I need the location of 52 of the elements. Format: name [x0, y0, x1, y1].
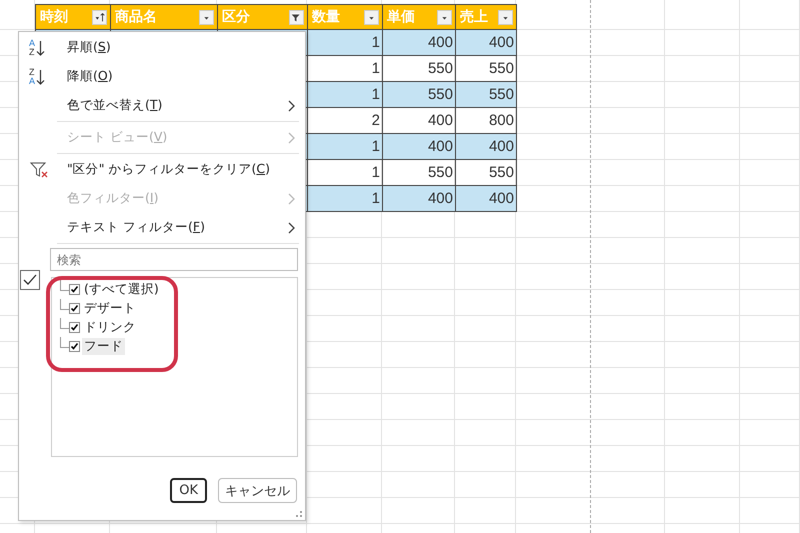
filter-dropdown-button[interactable]	[92, 10, 107, 25]
cancel-button[interactable]: キャンセル	[218, 478, 297, 503]
checkbox[interactable]	[69, 284, 80, 295]
table-cell: 400	[456, 134, 516, 160]
checkmark-icon	[70, 285, 79, 294]
resize-grip-icon	[295, 510, 303, 518]
table-cell: 1	[308, 134, 382, 160]
menu-item[interactable]: Z A 降順(O)	[19, 62, 305, 91]
table-cell: 400	[382, 134, 456, 160]
column-header: 単価	[382, 4, 456, 30]
list-item[interactable]: (すべて選択)	[82, 281, 161, 298]
sort-arrow-icon	[93, 11, 106, 24]
chevron-right-icon	[287, 132, 295, 144]
column-header: 数量	[308, 4, 382, 30]
column-header: 時刻	[36, 4, 110, 30]
column-header: 区分	[218, 4, 308, 30]
checkmark-icon	[70, 342, 79, 351]
filter-dropdown-button[interactable]	[498, 10, 513, 25]
column-header: 売上	[456, 4, 516, 30]
menu-item[interactable]: 色で並べ替え(T)	[19, 91, 305, 120]
filter-dropdown-button[interactable]	[437, 10, 452, 25]
table-cell: 400	[382, 30, 456, 56]
table-cell: 550	[382, 82, 456, 108]
checkbox[interactable]	[69, 341, 80, 352]
checkmark-icon	[70, 304, 79, 313]
search-field[interactable]: 検索	[50, 248, 298, 271]
checkbox[interactable]	[69, 322, 80, 333]
table-cell: 400	[382, 186, 456, 212]
list-item[interactable]: デザート	[82, 300, 138, 317]
column-header: 商品名	[110, 4, 218, 30]
menu-item[interactable]: A Z 昇順(S)	[19, 33, 305, 62]
chevron-right-icon	[287, 222, 295, 234]
menu-item[interactable]: "区分" からフィルターをクリア(C)	[19, 155, 305, 184]
table-cell: 1	[308, 82, 382, 108]
filter-dropdown-button[interactable]	[364, 10, 379, 25]
checkmark-icon	[22, 273, 38, 287]
table-cell: 400	[456, 30, 516, 56]
checkbox[interactable]	[69, 303, 80, 314]
chevron-right-icon	[287, 192, 295, 204]
checkmark-icon	[70, 323, 79, 332]
ok-button[interactable]: OK	[170, 478, 207, 503]
list-item[interactable]: ドリンク	[82, 319, 138, 336]
table-cell: 1	[308, 30, 382, 56]
chevron-right-icon	[287, 100, 295, 112]
table-cell: 1	[308, 186, 382, 212]
filter-dropdown-button[interactable]	[289, 10, 304, 25]
filter-dropdown-button[interactable]	[199, 10, 214, 25]
menu-item[interactable]: テキスト フィルター(F)	[19, 213, 305, 242]
table-cell: 400	[456, 186, 516, 212]
table-cell: 550	[456, 82, 516, 108]
select-all-toggle[interactable]	[20, 270, 40, 290]
list-item[interactable]: フード	[82, 338, 125, 355]
